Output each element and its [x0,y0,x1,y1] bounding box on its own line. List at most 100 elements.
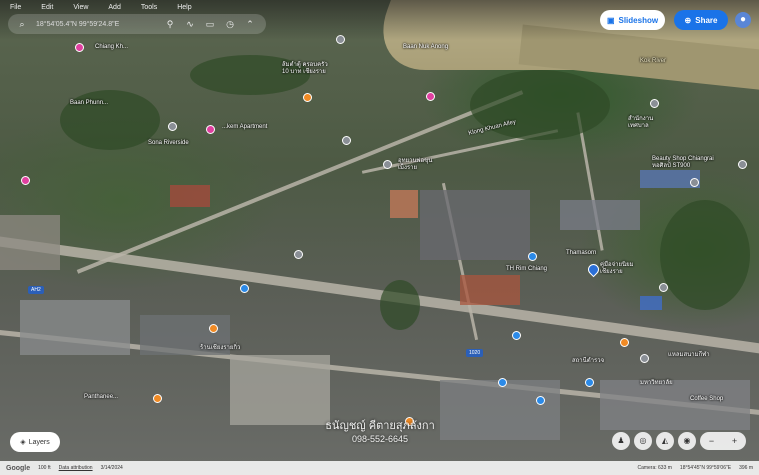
tilt-icon[interactable]: ◭ [656,432,674,450]
poi-pin-pink[interactable] [21,176,30,185]
map-label[interactable]: Panthanee... [84,394,118,401]
building-block [420,190,530,260]
poi-pin-orange[interactable] [620,338,629,347]
zoom-out-button[interactable]: − [709,436,714,446]
map-label[interactable]: Chiang Kh... [95,44,128,51]
camera-altitude: Camera: 633 m [637,465,672,471]
map-label[interactable]: ...kem Apartment [222,124,267,131]
poi-pin-gray[interactable] [294,250,303,259]
building-block [170,185,210,207]
route-shield[interactable]: 1020 [466,349,484,357]
poi-pin-gray[interactable] [342,136,351,145]
layers-icon: ◈ [20,439,26,446]
map-label[interactable]: สำนักงาน เทศบาล [628,116,653,130]
menu-edit[interactable]: Edit [41,4,53,11]
share-icon: ⊕ [684,15,692,25]
data-attribution-link[interactable]: Data attribution [59,465,93,471]
route-shield[interactable]: AH2 [28,286,44,294]
poi-pin-pink[interactable] [426,92,435,101]
map-label[interactable]: TH Rim Chiang [506,266,547,273]
map-label[interactable]: Thamasorn [566,250,596,257]
poi-pin-gray[interactable] [690,178,699,187]
zoom-in-button[interactable]: + [732,436,737,446]
map-label[interactable]: Coffee Shop [690,396,723,403]
zoom-control: − + [700,432,746,450]
poi-pin-gray[interactable] [383,160,392,169]
poi-pin-gray[interactable] [640,354,649,363]
poi-pin-blue[interactable] [498,378,507,387]
poi-pin-orange[interactable] [303,93,312,102]
layers-label: Layers [28,438,50,446]
menu-help[interactable]: Help [177,4,191,11]
menu-add[interactable]: Add [108,4,120,11]
footer-right: Camera: 633 m 18°54'45"N 99°59'06"E 396 … [637,465,753,471]
share-button[interactable]: ⊕ Share [674,10,728,30]
history-icon[interactable]: ◷ [224,19,236,30]
search-icon: ⌕ [19,18,25,29]
account-avatar[interactable]: ● [735,12,751,28]
map-label[interactable]: Baan Nuk Anong [403,44,448,51]
poi-pin-blue[interactable] [240,284,249,293]
map-label[interactable]: ส้มตำตู้ ครอบครัว 10 บาท เชียงราย [282,62,328,76]
map-label[interactable]: สถานีตำรวจ [572,358,604,365]
poi-pin-blue[interactable] [585,378,594,387]
street-view-icon[interactable]: ♟ [612,432,630,450]
path-icon[interactable]: ∿ [184,19,196,30]
watermark-name: ธนัญชญ์ คีตายสุภลังกา [325,420,435,432]
map-label-river[interactable]: Kok River [640,58,666,65]
cursor-coords: 18°54'45"N 99°59'06"E [679,465,732,471]
location-pin-icon[interactable]: ⚲ [164,19,176,30]
poi-pin-orange[interactable] [153,394,162,403]
slideshow-button[interactable]: ▣ Slideshow [600,10,665,30]
poi-pin-gray[interactable] [659,283,668,292]
map-controls: ♟ ◎ ◭ ◉ − + [612,432,746,450]
poi-pin-gray[interactable] [650,99,659,108]
menu-file[interactable]: File [10,4,21,11]
map-label[interactable]: มหาวิทยาลัย [640,380,673,387]
watermark: ธนัญชญ์ คีตายสุภลังกา 098-552-6645 [300,420,460,446]
poi-pin-blue[interactable] [528,252,537,261]
layers-button[interactable]: ◈ Layers [10,432,60,452]
location-icon[interactable]: ◉ [678,432,696,450]
person-icon: ● [739,14,747,25]
chevron-icon[interactable]: ⌃ [244,19,256,30]
watermark-phone: 098-552-6645 [351,434,409,444]
poi-pin-pink[interactable] [206,125,215,134]
satellite-map[interactable]: Chiang Kh... Baan Nuk Anong Kok River ส้… [0,0,759,475]
building-block [560,200,640,230]
tree-cluster [660,200,750,310]
coordinate-text[interactable]: 18°54'05.4"N 99°59'24.8"E [36,21,156,28]
poi-pin-blue[interactable] [536,396,545,405]
poi-pin-gray[interactable] [168,122,177,131]
map-label[interactable]: Beauty Shop Chiangrai หอศิลป์ ST900 [652,156,714,170]
building-block [390,190,418,218]
map-label[interactable]: ร้านเชียงรายกิ่ว [200,345,240,352]
poi-pin-pink[interactable] [75,43,84,52]
poi-pin-gray[interactable] [738,160,747,169]
imagery-date: 3/14/2024 [100,465,123,471]
parking-lot [230,355,330,425]
map-label[interactable]: อุทยานพ่อขุน เม็งราย [398,158,432,172]
share-label: Share [695,15,718,25]
map-label[interactable]: Sona Riverside [148,140,189,147]
compass-icon[interactable]: ◎ [634,432,652,450]
map-label[interactable]: คู่มือจ่ายนิยม เชียงราย [600,262,634,276]
coordinate-search[interactable]: ⌕ 18°54'05.4"N 99°59'24.8"E ⚲ ∿ ▭ ◷ ⌃ [8,14,266,34]
elevation: 396 m [739,465,753,471]
blue-roof-building [640,296,662,310]
location-marker[interactable] [585,261,602,278]
image-icon[interactable]: ▭ [204,19,216,30]
map-label[interactable]: Baan Phunn... [70,100,108,107]
building-block [20,300,130,355]
tree-cluster [60,90,160,150]
google-logo: Google [6,464,31,472]
footer-bar: Google 100 ft Data attribution 3/14/2024… [0,461,759,475]
scale-text: 100 ft [38,465,51,471]
poi-pin-orange[interactable] [209,324,218,333]
menu-view[interactable]: View [73,4,88,11]
map-label[interactable]: แหลมสนามกีฬา [668,352,710,359]
building-block [0,215,60,270]
building-block [600,380,750,430]
menu-tools[interactable]: Tools [141,4,157,11]
poi-pin-blue[interactable] [512,331,521,340]
